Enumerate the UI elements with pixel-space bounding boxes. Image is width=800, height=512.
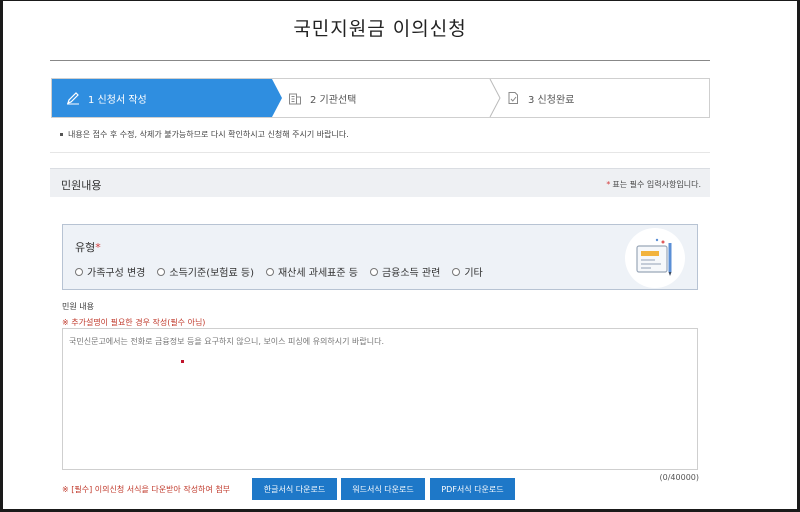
notice-label: 내용은 접수 후 수정, 삭제가 불가능하므로 다시 확인하시고 신청해 주시기… — [68, 130, 349, 139]
pdf-download-button[interactable]: PDF서식 다운로드 — [430, 478, 515, 500]
step-arrow — [272, 79, 282, 117]
character-count: (0/40000) — [659, 473, 699, 482]
notice-text: 내용은 접수 후 수정, 삭제가 불가능하므로 다시 확인하시고 신청해 주시기… — [60, 129, 349, 140]
step-label: 1 신청서 작성 — [88, 94, 147, 106]
cursor-marker — [181, 360, 184, 363]
type-label: 유형* — [75, 239, 101, 255]
type-label-text: 유형 — [75, 241, 96, 254]
bullet-icon — [60, 133, 63, 136]
required-star: * — [606, 180, 611, 189]
radio-property-tax[interactable]: 재산세 과세표준 등 — [265, 264, 358, 279]
title-divider — [50, 60, 710, 61]
radio-circle[interactable] — [452, 267, 461, 276]
download-required-note: ※ [필수] 이의신청 서식을 다운받아 작성하여 첨부 — [62, 485, 231, 494]
page-title: 국민지원금 이의신청 — [293, 18, 467, 40]
complaint-content-textarea[interactable] — [62, 328, 698, 470]
notice-divider — [50, 152, 710, 153]
pencil-icon — [66, 91, 80, 105]
radio-label: 재산세 과세표준 등 — [277, 268, 358, 279]
section-header: 민원내용 * 표는 필수 입력사항입니다. — [50, 168, 710, 197]
content-optional-note: ※ 추가설명이 필요한 경우 작성(필수 아님) — [62, 318, 206, 327]
required-star: * — [95, 241, 101, 254]
required-note-text: 표는 필수 입력사항입니다. — [612, 180, 701, 189]
radio-other[interactable]: 기타 — [452, 264, 483, 279]
step-label: 3 신청완료 — [528, 94, 575, 106]
radio-label: 금융소득 관련 — [381, 268, 441, 279]
radio-label: 기타 — [464, 268, 483, 279]
radio-circle[interactable] — [369, 267, 378, 276]
content-label: 민원 내용 — [62, 302, 94, 311]
radio-label: 가족구성 변경 — [87, 268, 146, 279]
radio-family-change[interactable]: 가족구성 변경 — [75, 264, 145, 279]
step-complete: 3 신청완료 — [502, 79, 702, 117]
step-write-application: 1 신청서 작성 — [52, 79, 272, 117]
radio-income-criteria[interactable]: 소득기준(보험료 등) — [157, 264, 254, 279]
word-download-button[interactable]: 워드서식 다운로드 — [341, 478, 425, 500]
step-indicator: 1 신청서 작성 2 기관선택 3 신청완료 — [51, 78, 710, 118]
hwp-download-button[interactable]: 한글서식 다운로드 — [252, 478, 337, 500]
radio-circle[interactable] — [75, 267, 83, 276]
radio-label: 소득기준(보험료 등) — [169, 268, 254, 279]
required-note: * 표는 필수 입력사항입니다. — [606, 179, 701, 190]
step-label: 2 기관선택 — [310, 94, 357, 106]
type-selection-box: 유형* 가족구성 변경 소득기준(보험료 등) 재산세 과세표준 등 금융소득 … — [62, 224, 698, 290]
form-document-illustration — [625, 228, 685, 288]
building-icon — [288, 91, 302, 105]
document-check-icon — [506, 91, 520, 105]
step-select-agency: 2 기관선택 — [282, 79, 492, 117]
section-title: 민원내용 — [61, 179, 102, 192]
type-radio-group: 가족구성 변경 소득기준(보험료 등) 재산세 과세표준 등 금융소득 관련 기… — [75, 264, 495, 279]
radio-circle[interactable] — [157, 267, 166, 276]
radio-financial-income[interactable]: 금융소득 관련 — [369, 264, 441, 279]
radio-circle[interactable] — [265, 267, 274, 276]
step-separator — [489, 79, 501, 117]
